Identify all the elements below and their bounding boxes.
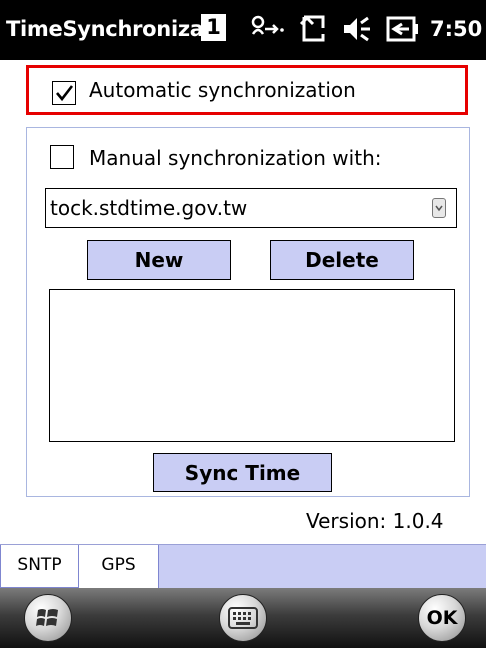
automatic-sync-label[interactable]: Automatic synchronization [89, 78, 356, 102]
server-select[interactable]: tock.stdtime.gov.tw [45, 188, 457, 228]
automatic-sync-checkbox[interactable] [52, 81, 76, 105]
server-list[interactable] [49, 289, 455, 442]
sync-time-button[interactable]: Sync Time [153, 453, 332, 492]
ok-icon[interactable]: OK [418, 594, 466, 642]
start-windows-icon[interactable] [24, 594, 72, 642]
chevron-down-icon[interactable] [432, 198, 446, 218]
keyboard-icon[interactable] [219, 594, 267, 642]
connectivity-icon[interactable] [249, 14, 285, 48]
tab-strip: SNTP GPS [0, 544, 486, 588]
softkey-bar: OK [0, 588, 486, 648]
network-icon[interactable] [299, 14, 329, 48]
checkmark-icon [56, 85, 74, 102]
tab-gps[interactable]: GPS [79, 545, 159, 588]
manual-sync-checkbox[interactable] [50, 145, 74, 169]
ok-button-label: OK [426, 607, 458, 629]
new-button[interactable]: New [87, 240, 231, 280]
tab-sntp[interactable]: SNTP [0, 545, 79, 588]
app-title: TimeSynchroniza [6, 17, 204, 41]
title-bar: TimeSynchroniza 1 7:50 [0, 0, 486, 60]
version-label: Version: 1.0.4 [306, 509, 444, 533]
clock: 7:50 [430, 17, 483, 41]
delete-button[interactable]: Delete [270, 240, 414, 280]
volume-icon[interactable] [341, 14, 373, 48]
server-select-value: tock.stdtime.gov.tw [50, 196, 248, 220]
battery-icon[interactable] [384, 14, 420, 48]
pin-badge-icon[interactable]: 1 [201, 14, 226, 41]
manual-sync-label[interactable]: Manual synchronization with: [89, 146, 381, 170]
